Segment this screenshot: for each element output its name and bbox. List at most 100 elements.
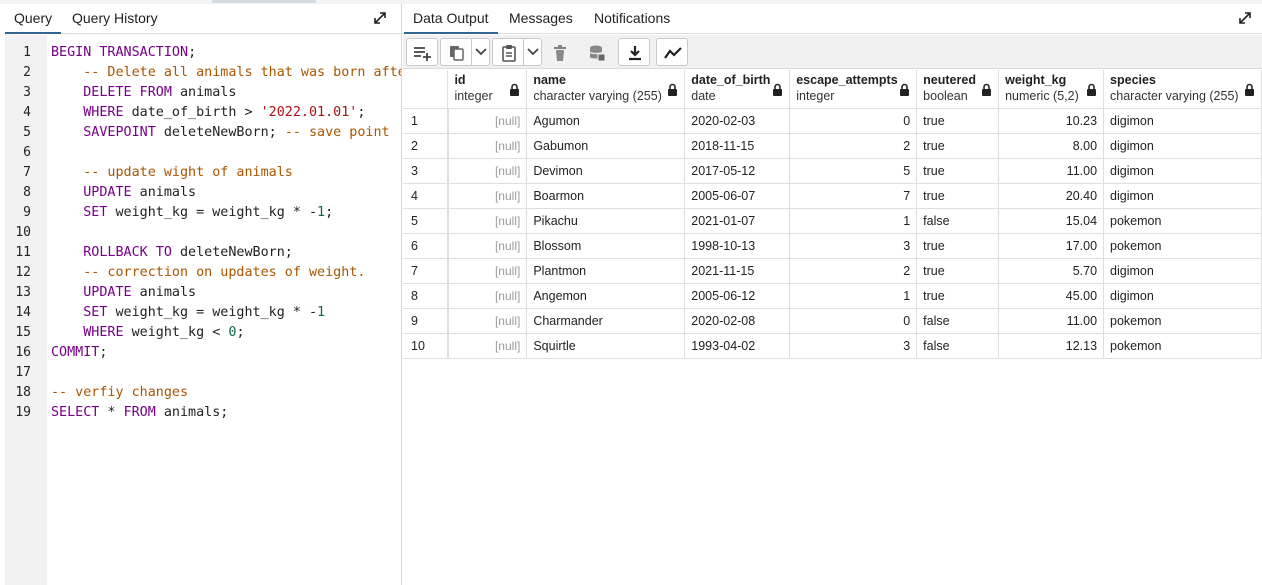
table-cell[interactable]: true [916,258,1000,284]
add-row-button[interactable] [406,38,438,66]
table-cell[interactable]: 2 [789,258,918,284]
row-number-header[interactable] [403,70,449,109]
table-cell[interactable]: 5.70 [998,258,1105,284]
table-cell[interactable]: 2021-11-15 [684,258,791,284]
code-line[interactable]: SET weight_kg = weight_kg * -1; [51,203,333,223]
table-cell[interactable]: 0 [789,308,918,334]
table-cell[interactable]: [null] [447,133,528,159]
table-cell[interactable]: false [916,333,1000,359]
table-cell[interactable]: 3 [789,333,918,359]
table-cell[interactable]: pokemon [1103,233,1262,259]
code-line[interactable]: SET weight_kg = weight_kg * -1 [51,303,325,323]
table-cell[interactable]: true [916,158,1000,184]
table-cell[interactable]: 11.00 [998,158,1105,184]
table-cell[interactable]: [null] [447,258,528,284]
table-cell[interactable]: 2020-02-03 [684,108,791,134]
code-line[interactable]: ROLLBACK TO deleteNewBorn; [51,243,293,263]
row-number-cell[interactable]: 10 [403,333,449,359]
copy-button[interactable] [441,39,471,65]
column-header-id[interactable]: id integer [447,70,528,109]
table-cell[interactable]: Pikachu [526,208,686,234]
column-header-neutered[interactable]: neutered boolean [916,70,1000,109]
table-cell[interactable]: Devimon [526,158,686,184]
save-data-button[interactable] [580,38,612,66]
row-number-cell[interactable]: 4 [403,183,449,209]
table-row[interactable]: 3 [null] Devimon 2017-05-12 5 true 11.00 digimo… [403,158,1262,184]
tab-data-output[interactable]: Data Output [404,4,498,34]
table-cell[interactable]: 8.00 [998,133,1105,159]
table-cell[interactable]: digimon [1103,183,1262,209]
table-cell[interactable]: 2 [789,133,918,159]
table-cell[interactable]: 2021-01-07 [684,208,791,234]
table-cell[interactable]: 2017-05-12 [684,158,791,184]
table-cell[interactable]: [null] [447,208,528,234]
table-row[interactable]: 10 [null] Squirtle 1993-04-02 3 false 12.13 pok… [403,333,1262,359]
table-cell[interactable]: true [916,233,1000,259]
table-cell[interactable]: 1993-04-02 [684,333,791,359]
table-row[interactable]: 9 [null] Charmander 2020-02-08 0 false 11.00 po… [403,308,1262,334]
code-line[interactable]: WHERE weight_kg < 0; [51,323,244,343]
column-header-name[interactable]: name character varying (255) [526,70,686,109]
row-number-cell[interactable]: 3 [403,158,449,184]
table-cell[interactable]: 2018-11-15 [684,133,791,159]
tab-notifications[interactable]: Notifications [585,4,679,34]
maximize-icon[interactable] [372,10,388,26]
table-cell[interactable]: [null] [447,283,528,309]
table-cell[interactable]: true [916,283,1000,309]
table-row[interactable]: 7 [null] Plantmon 2021-11-15 2 true 5.70 digimo… [403,258,1262,284]
tab-messages[interactable]: Messages [500,4,582,34]
table-row[interactable]: 6 [null] Blossom 1998-10-13 3 true 17.00 pokemo… [403,233,1262,259]
table-cell[interactable]: [null] [447,233,528,259]
column-header-species[interactable]: species character varying (255) [1103,70,1262,109]
table-cell[interactable]: Boarmon [526,183,686,209]
column-header-weight-kg[interactable]: weight_kg numeric (5,2) [998,70,1105,109]
row-number-cell[interactable]: 2 [403,133,449,159]
table-cell[interactable]: [null] [447,158,528,184]
table-cell[interactable]: Charmander [526,308,686,334]
table-cell[interactable]: false [916,208,1000,234]
graph-visualiser-button[interactable] [656,38,688,66]
table-cell[interactable]: 17.00 [998,233,1105,259]
table-cell[interactable]: true [916,183,1000,209]
table-row[interactable]: 1 [null] Agumon 2020-02-03 0 true 10.23 digimon [403,108,1262,134]
table-cell[interactable]: [null] [447,108,528,134]
maximize-icon[interactable] [1237,10,1253,26]
table-cell[interactable]: [null] [447,183,528,209]
table-cell[interactable]: 1 [789,208,918,234]
table-row[interactable]: 4 [null] Boarmon 2005-06-07 7 true 20.40 digimo… [403,183,1262,209]
table-cell[interactable]: Squirtle [526,333,686,359]
table-cell[interactable]: digimon [1103,258,1262,284]
code-area[interactable]: BEGIN TRANSACTION; -- Delete all animals… [51,35,401,585]
row-number-cell[interactable]: 9 [403,308,449,334]
row-number-cell[interactable]: 8 [403,283,449,309]
table-cell[interactable]: Plantmon [526,258,686,284]
code-line[interactable]: DELETE FROM animals [51,83,236,103]
table-cell[interactable]: digimon [1103,283,1262,309]
table-row[interactable]: 8 [null] Angemon 2005-06-12 1 true 45.00 digimo… [403,283,1262,309]
code-line[interactable]: COMMIT; [51,343,107,363]
table-cell[interactable]: true [916,108,1000,134]
copy-dropdown-button[interactable] [472,39,490,65]
table-cell[interactable]: false [916,308,1000,334]
sql-editor[interactable]: 1 2 3 4 5 6 7 8 9 10 11 12 13 14 15 16 17 18 19 BEGIN TRAN… [5,35,401,585]
table-cell[interactable]: 12.13 [998,333,1105,359]
table-cell[interactable]: 15.04 [998,208,1105,234]
code-line[interactable]: -- update wight of animals [51,163,293,183]
paste-dropdown-button[interactable] [524,39,542,65]
code-line[interactable]: WHERE date_of_birth > '2022.01.01'; [51,103,365,123]
table-cell[interactable]: [null] [447,333,528,359]
table-cell[interactable]: 2005-06-12 [684,283,791,309]
code-line[interactable]: UPDATE animals [51,283,196,303]
table-cell[interactable]: 2020-02-08 [684,308,791,334]
row-number-cell[interactable]: 5 [403,208,449,234]
code-line[interactable]: -- correction on updates of weight. [51,263,365,283]
table-cell[interactable]: Agumon [526,108,686,134]
table-cell[interactable]: 0 [789,108,918,134]
table-cell[interactable]: 7 [789,183,918,209]
table-cell[interactable]: 2005-06-07 [684,183,791,209]
table-cell[interactable]: 20.40 [998,183,1105,209]
row-number-cell[interactable]: 1 [403,108,449,134]
code-line[interactable]: -- Delete all animals that was born afte… [51,63,401,83]
top-scrollbar-thumb[interactable] [212,0,316,3]
table-cell[interactable]: pokemon [1103,208,1262,234]
